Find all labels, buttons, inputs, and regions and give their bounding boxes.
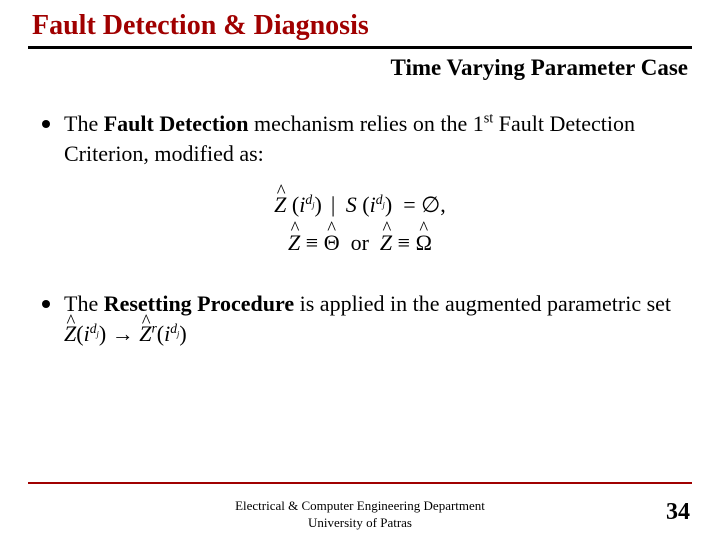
page-number: 34 xyxy=(666,499,690,526)
bullet-icon xyxy=(42,120,50,128)
footer-text: Electrical & Computer Engineering Depart… xyxy=(0,498,720,532)
footer-divider xyxy=(28,482,692,484)
equation-line-1: Z (idj) | S (idj) = ∅, xyxy=(42,186,678,223)
slide-subtitle: Time Varying Parameter Case xyxy=(0,49,720,81)
inline-equation: Z(idj) → Zr(idj) xyxy=(64,321,187,346)
slide-body: The Fault Detection mechanism relies on … xyxy=(0,81,720,349)
equation-line-2: Z ≡ Θ or Z ≡ Ω xyxy=(42,224,678,261)
slide-title: Fault Detection & Diagnosis xyxy=(0,0,720,46)
bullet-text: The Fault Detection mechanism relies on … xyxy=(64,109,678,168)
bullet-item: The Resetting Procedure is applied in th… xyxy=(42,289,678,348)
bullet-icon xyxy=(42,300,50,308)
equation-block: Z (idj) | S (idj) = ∅, Z ≡ Θ or Z ≡ Ω xyxy=(42,186,678,261)
bullet-text: The Resetting Procedure is applied in th… xyxy=(64,289,678,348)
bullet-item: The Fault Detection mechanism relies on … xyxy=(42,109,678,168)
